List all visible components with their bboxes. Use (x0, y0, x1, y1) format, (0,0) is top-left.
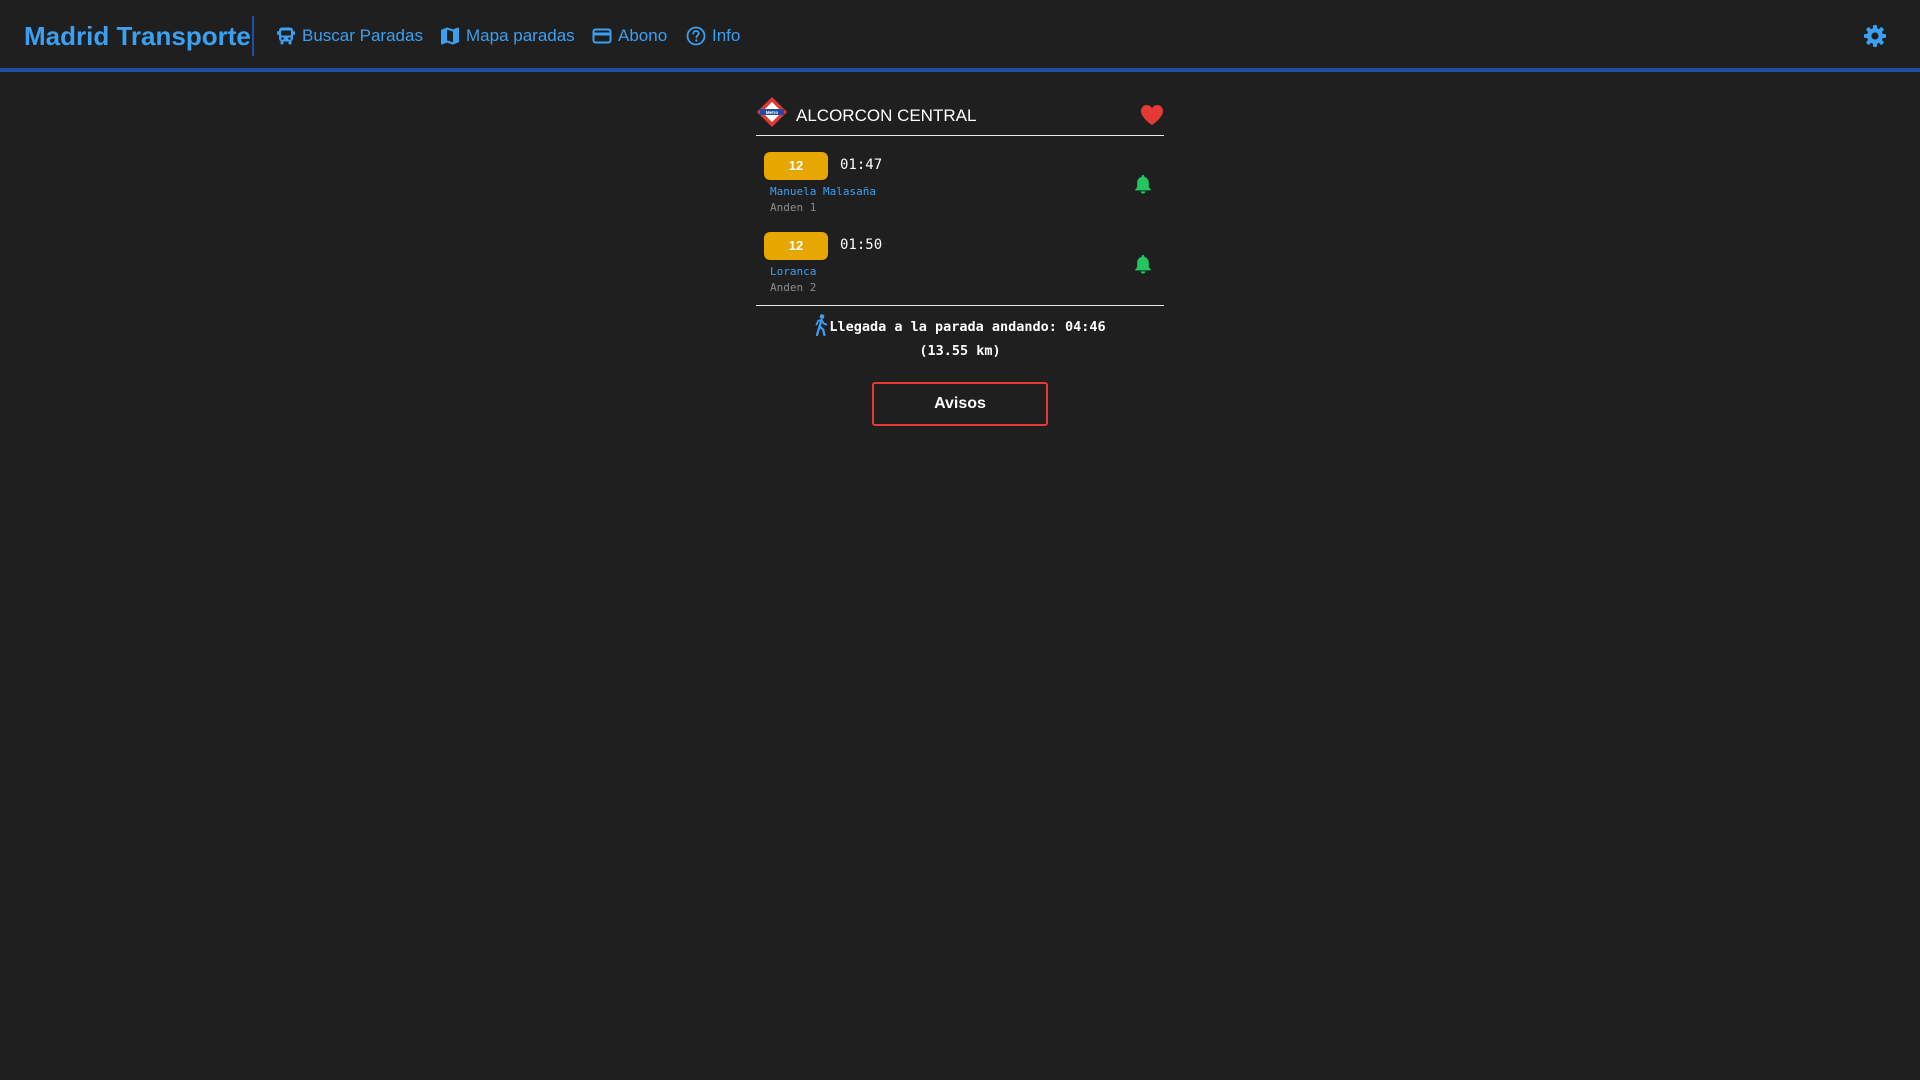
arrivals-list: 12 01:47 Manuela Malasaña Anden 1 12 01:… (756, 136, 1164, 306)
nav-label: Info (712, 26, 741, 45)
arrival-platform: Anden 1 (770, 201, 817, 214)
walking-person-icon (815, 314, 828, 336)
nav-label: Abono (618, 26, 668, 45)
nav-label: Buscar Paradas (302, 26, 423, 45)
bus-icon (277, 27, 295, 45)
line-badge: 12 (764, 152, 828, 180)
arrival-row: 12 01:50 Loranca Anden 2 (756, 232, 1164, 300)
avisos-button[interactable]: Avisos (872, 382, 1048, 426)
card-icon (592, 28, 612, 44)
nav-info[interactable]: Info (686, 24, 740, 48)
walk-distance-text: (13.55 km) (919, 343, 1001, 359)
arrival-time: 01:47 (840, 157, 883, 173)
line-badge: 12 (764, 232, 828, 260)
heart-icon[interactable] (1140, 104, 1164, 126)
top-navbar: Madrid Transporte Buscar Paradas Mapa pa… (0, 0, 1920, 72)
metro-logo-icon: Metro (757, 97, 787, 127)
stop-name: ALCORCON CENTRAL (796, 106, 977, 125)
stop-header: Metro ALCORCON CENTRAL (756, 96, 1164, 136)
stop-card: Metro ALCORCON CENTRAL 12 01:47 Manuela … (756, 96, 1164, 306)
walking-arrival-info: Llegada a la parada andando: 04:46 (13.5… (756, 314, 1164, 363)
nav-label: Mapa paradas (466, 26, 575, 45)
bell-icon[interactable] (1134, 174, 1152, 194)
bell-icon[interactable] (1134, 254, 1152, 274)
help-circle-icon (686, 26, 706, 46)
gear-icon[interactable] (1863, 24, 1887, 48)
arrival-destination: Manuela Malasaña (770, 185, 876, 198)
nav-buscar-paradas[interactable]: Buscar Paradas (276, 24, 423, 48)
brand-title[interactable]: Madrid Transporte (24, 20, 251, 52)
brand-divider (252, 16, 254, 56)
map-icon (441, 27, 459, 45)
arrival-time: 01:50 (840, 237, 883, 253)
arrival-row: 12 01:47 Manuela Malasaña Anden 1 (756, 152, 1164, 220)
arrival-platform: Anden 2 (770, 281, 817, 294)
walk-time-text: Llegada a la parada andando: 04:46 (829, 319, 1106, 335)
nav-mapa-paradas[interactable]: Mapa paradas (440, 24, 575, 48)
nav-abono[interactable]: Abono (592, 24, 667, 48)
metro-logo-text: Metro (766, 110, 779, 115)
arrival-destination: Loranca (770, 265, 817, 278)
